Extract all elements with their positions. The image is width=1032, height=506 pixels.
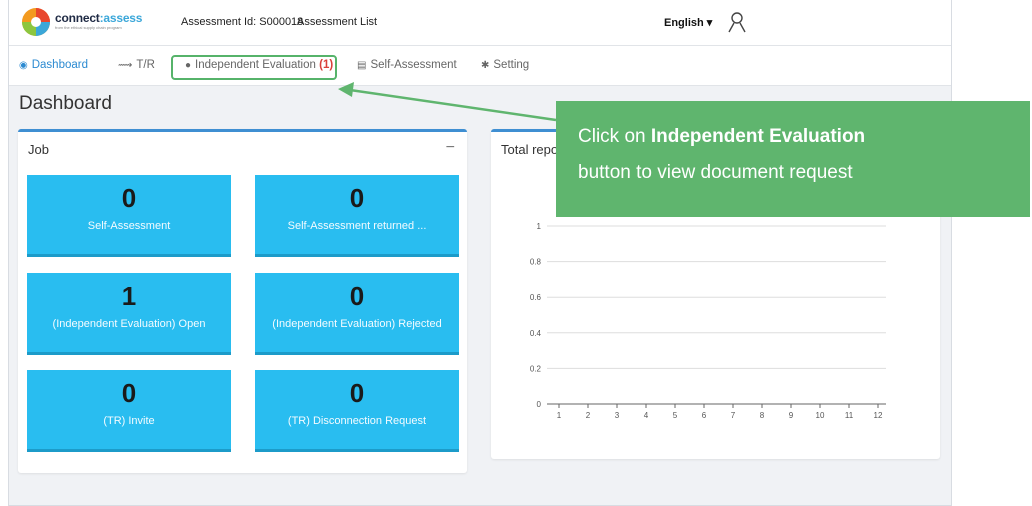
tile-self-assessment-returned[interactable]: 0 Self-Assessment returned ... bbox=[255, 175, 459, 257]
y-tick-label: 0.8 bbox=[530, 258, 542, 267]
x-tick-label: 7 bbox=[731, 411, 736, 420]
app-window: connect:assess from the ethical supply c… bbox=[8, 0, 952, 506]
x-tick-label: 3 bbox=[615, 411, 620, 420]
tile-self-assessment[interactable]: 0 Self-Assessment bbox=[27, 175, 231, 257]
callout-bold: Independent Evaluation bbox=[650, 126, 866, 147]
logo-text: connect:assess bbox=[55, 11, 143, 25]
tab-tr[interactable]: ⟿ T/R bbox=[118, 59, 155, 71]
x-tick-label: 5 bbox=[673, 411, 678, 420]
x-tick-label: 10 bbox=[816, 411, 825, 420]
top-bar: connect:assess from the ethical supply c… bbox=[9, 0, 951, 46]
tab-setting[interactable]: ✱ Setting bbox=[481, 59, 529, 71]
user-icon[interactable] bbox=[727, 11, 747, 33]
logo-icon bbox=[22, 8, 50, 36]
x-tick-label: 12 bbox=[874, 411, 883, 420]
y-tick-label: 0 bbox=[537, 400, 542, 409]
handshake-icon: ⟿ bbox=[118, 60, 133, 71]
job-panel-title: Job bbox=[28, 142, 49, 157]
job-panel: Job − 0 Self-Assessment 0 Self-Assessmen… bbox=[18, 129, 467, 473]
highlight-box bbox=[171, 55, 337, 80]
main-nav: ◉ Dashboard ⟿ T/R ● Independent Evaluation … bbox=[9, 46, 951, 86]
x-tick-label: 4 bbox=[644, 411, 649, 420]
y-tick-label: 0.4 bbox=[530, 329, 542, 338]
gear-icon: ✱ bbox=[481, 60, 490, 71]
x-tick-label: 1 bbox=[557, 411, 562, 420]
y-tick-label: 0.6 bbox=[530, 293, 542, 302]
x-tick-label: 9 bbox=[789, 411, 794, 420]
x-tick-label: 11 bbox=[845, 411, 854, 420]
tile-independent-evaluation-rejected[interactable]: 0 (Independent Evaluation) Rejected bbox=[255, 273, 459, 355]
x-tick-label: 6 bbox=[702, 411, 707, 420]
tile-tr-disconnection-request[interactable]: 0 (TR) Disconnection Request bbox=[255, 370, 459, 452]
x-tick-label: 2 bbox=[586, 411, 591, 420]
y-tick-label: 1 bbox=[537, 222, 542, 231]
page-title: Dashboard bbox=[19, 93, 112, 114]
tab-self-assessment[interactable]: ▤ Self-Assessment bbox=[357, 59, 457, 71]
tile-tr-invite[interactable]: 0 (TR) Invite bbox=[27, 370, 231, 452]
callout-suffix: button to view document request bbox=[578, 162, 853, 183]
tile-independent-evaluation-open[interactable]: 1 (Independent Evaluation) Open bbox=[27, 273, 231, 355]
assessment-id: Assessment Id: S000018 bbox=[181, 16, 304, 28]
tab-dashboard[interactable]: ◉ Dashboard bbox=[19, 59, 88, 71]
y-tick-label: 0.2 bbox=[530, 364, 542, 373]
instruction-callout: Click on Independent Evaluation button t… bbox=[556, 101, 1030, 217]
logo-tagline: from the ethical supply chain program bbox=[55, 25, 122, 30]
dashboard-icon: ◉ bbox=[19, 60, 28, 71]
x-tick-label: 8 bbox=[760, 411, 765, 420]
assessment-list-link[interactable]: Assessment List bbox=[297, 16, 377, 28]
collapse-button[interactable]: − bbox=[446, 139, 455, 157]
document-icon: ▤ bbox=[357, 60, 367, 71]
language-dropdown[interactable]: English ▾ bbox=[664, 16, 712, 29]
